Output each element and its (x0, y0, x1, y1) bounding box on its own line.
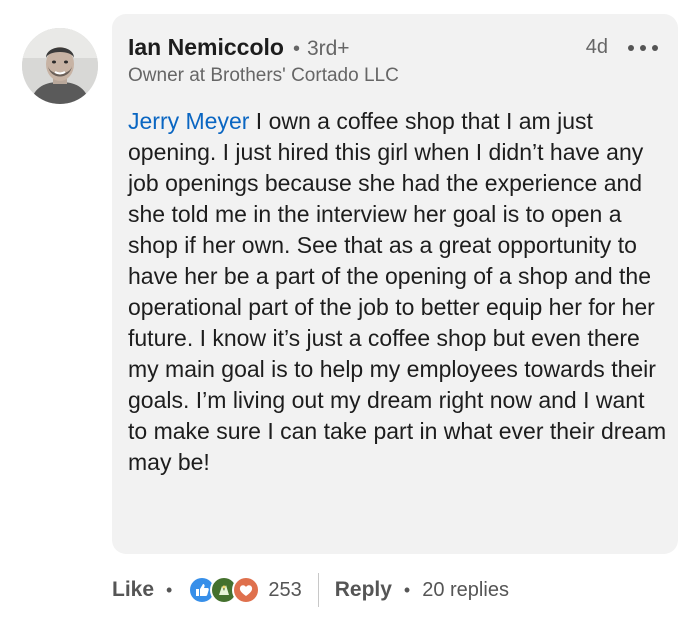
comment-text: Jerry Meyer I own a coffee shop that I a… (128, 106, 668, 478)
degree-separator: • (292, 38, 300, 60)
love-reaction-icon (232, 576, 261, 604)
reply-button[interactable]: Reply (335, 578, 392, 602)
ellipsis-icon (640, 45, 646, 51)
author-headline: Owner at Brothers' Cortado LLC (128, 65, 399, 86)
comment-time: 4d (585, 36, 608, 58)
mention-link[interactable]: Jerry Meyer (128, 108, 249, 134)
profile-photo-icon (22, 28, 98, 104)
action-separator: • (403, 579, 411, 600)
author-row: Ian Nemiccolo • 3rd+ (128, 34, 350, 61)
comment-bubble: Ian Nemiccolo • 3rd+ Owner at Brothers' … (112, 14, 678, 554)
author-name[interactable]: Ian Nemiccolo (128, 34, 284, 61)
like-button[interactable]: Like (112, 578, 154, 602)
ellipsis-icon (628, 45, 634, 51)
ellipsis-icon (652, 45, 658, 51)
more-options-button[interactable] (624, 36, 662, 60)
reaction-count: 253 (268, 578, 302, 601)
comment-actions: Like • 253 Reply • 20 replies (112, 570, 509, 610)
reactions-summary[interactable]: 253 (188, 576, 302, 604)
replies-link[interactable]: 20 replies (422, 579, 509, 602)
comment-container: Ian Nemiccolo • 3rd+ Owner at Brothers' … (0, 0, 700, 624)
comment-body: I own a coffee shop that I am just openi… (128, 108, 667, 475)
action-separator: • (166, 579, 173, 600)
avatar[interactable] (22, 28, 98, 104)
connection-degree: 3rd+ (306, 37, 350, 60)
action-divider (317, 573, 319, 607)
